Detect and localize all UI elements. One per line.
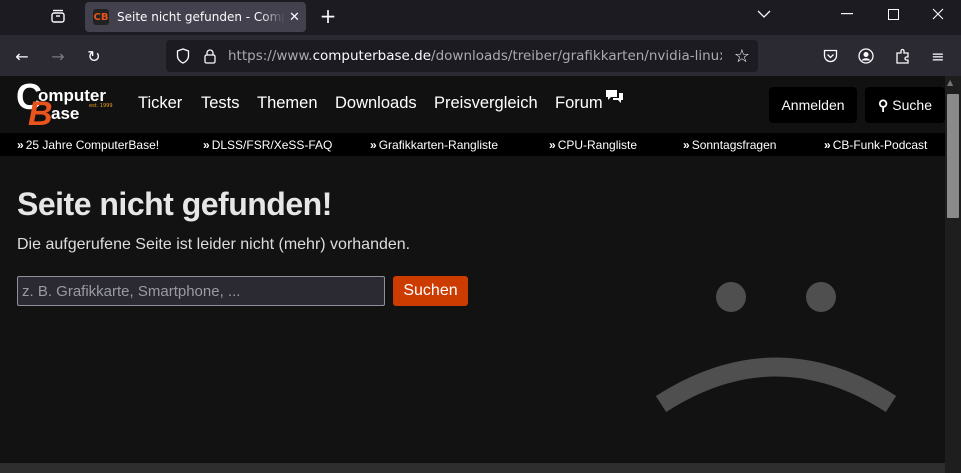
nav-preisvergleich[interactable]: Preisvergleich: [434, 94, 538, 113]
url-domain: computerbase.de: [312, 48, 432, 64]
search-button-label: Suche: [892, 97, 932, 113]
extensions-icon[interactable]: [891, 44, 915, 68]
browser-tab[interactable]: CB Seite nicht gefunden - ComputerBase ✕: [85, 2, 306, 32]
new-tab-icon[interactable]: +: [316, 4, 340, 28]
maximize-icon[interactable]: [881, 2, 905, 26]
close-window-icon[interactable]: [926, 2, 950, 26]
scrollbar-thumb[interactable]: [947, 94, 959, 218]
reload-icon[interactable]: ↻: [82, 44, 106, 68]
back-icon[interactable]: ←: [10, 44, 34, 68]
tab-list-chevron-down-icon[interactable]: [752, 2, 776, 26]
url-text: https://www.computerbase.de/downloads/tr…: [228, 48, 722, 64]
nav-ticker[interactable]: Ticker: [138, 94, 182, 113]
nav-tests[interactable]: Tests: [201, 94, 240, 113]
login-button[interactable]: Anmelden: [769, 87, 857, 123]
nav-forum[interactable]: Forum: [555, 94, 603, 113]
quick-links-bar: » 25 Jahre ComputerBase! » DLSS/FSR/XeSS-F…: [0, 133, 945, 156]
favicon-icon: CB: [93, 9, 109, 25]
close-tab-icon[interactable]: ✕: [289, 10, 300, 25]
shield-icon[interactable]: [171, 44, 195, 68]
nav-downloads[interactable]: Downloads: [335, 94, 417, 113]
content-section-edge: [0, 463, 945, 473]
quick-link[interactable]: » DLSS/FSR/XeSS-FAQ: [203, 138, 332, 152]
url-path: /downloads/treiber/grafikkarten/nvidia-l…: [431, 48, 722, 64]
quick-link[interactable]: » Sonntagsfragen: [683, 138, 776, 152]
lock-icon[interactable]: [198, 44, 222, 68]
tab-title: Seite nicht gefunden - ComputerBase: [117, 10, 285, 24]
computerbase-logo[interactable]: C omputer B ase est. 1999: [16, 76, 116, 133]
quick-link[interactable]: » CPU-Rangliste: [549, 138, 637, 152]
menu-hamburger-icon[interactable]: ≡: [926, 44, 950, 68]
sad-face-icon: [655, 282, 897, 412]
nav-themen[interactable]: Themen: [257, 94, 318, 113]
page-subtitle: Die aufgerufene Seite ist leider nicht (…: [17, 236, 411, 253]
address-bar[interactable]: https://www.computerbase.de/downloads/tr…: [166, 40, 758, 72]
minimize-icon[interactable]: [835, 2, 859, 26]
quick-link[interactable]: » CB-Funk-Podcast: [824, 138, 927, 152]
forward-icon[interactable]: →: [46, 44, 70, 68]
bookmark-star-icon[interactable]: ☆: [730, 44, 754, 68]
quick-link[interactable]: » Grafikkarten-Rangliste: [370, 138, 498, 152]
page-title: Seite nicht gefunden!: [17, 186, 332, 222]
scroll-up-icon[interactable]: ▲: [947, 78, 953, 87]
pocket-icon[interactable]: [818, 44, 842, 68]
search-icon: ⚲: [878, 96, 889, 113]
search-submit-button[interactable]: Suchen: [393, 276, 468, 306]
forum-chat-icon: [605, 89, 624, 108]
quick-link[interactable]: » 25 Jahre ComputerBase!: [17, 138, 159, 152]
tab-overview-icon[interactable]: [46, 4, 70, 28]
url-prefix: https://www.: [228, 48, 313, 64]
search-button[interactable]: ⚲ Suche: [865, 87, 945, 123]
search-input[interactable]: [17, 276, 385, 306]
account-icon[interactable]: [854, 44, 878, 68]
